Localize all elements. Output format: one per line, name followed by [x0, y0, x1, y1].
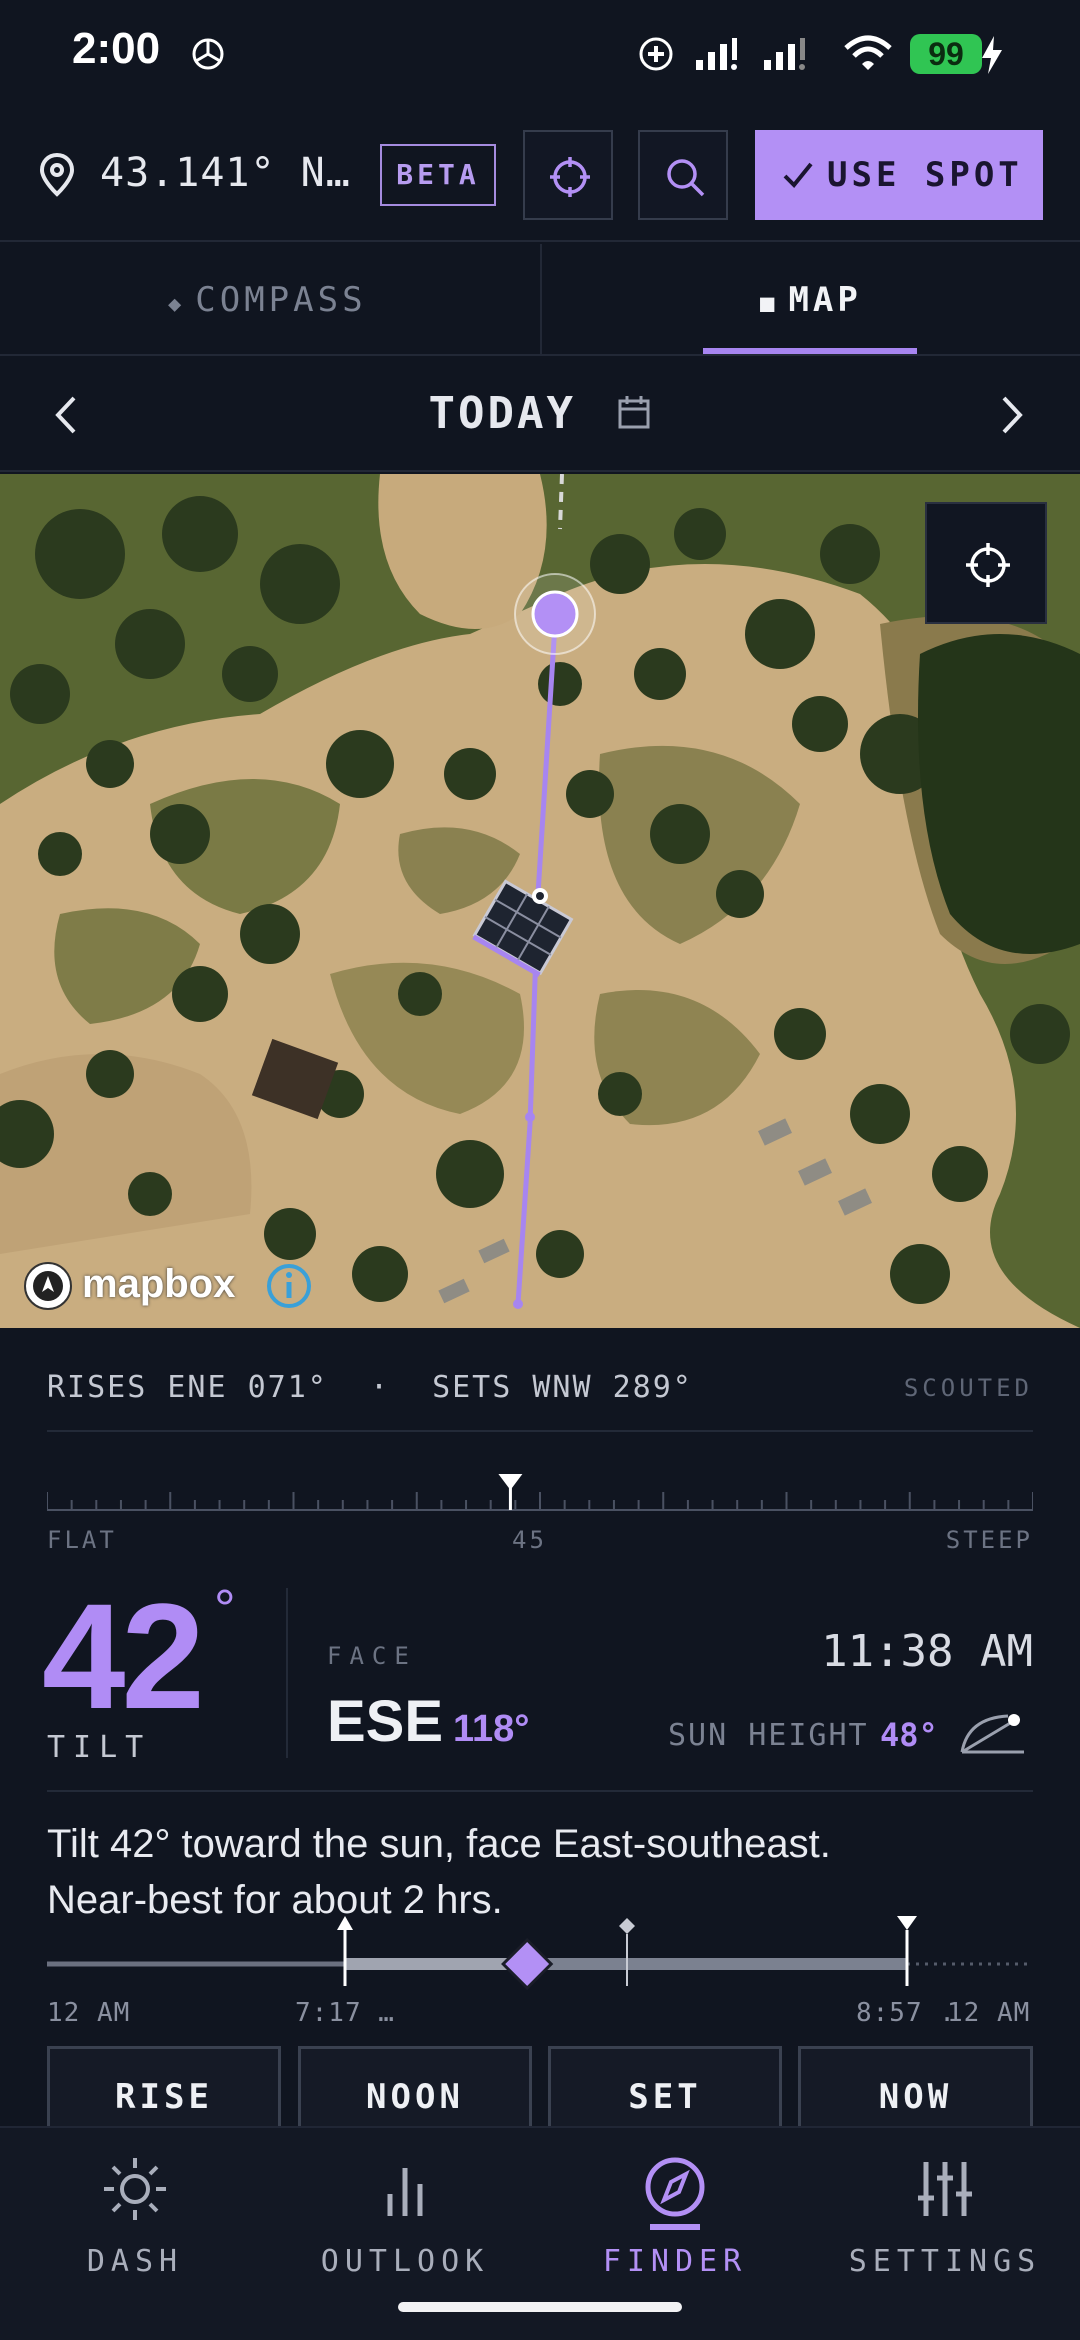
tilt-scale-slider[interactable] — [47, 1460, 1033, 1520]
nav-settings[interactable]: SETTINGS — [810, 2128, 1080, 2340]
search-icon — [667, 159, 705, 197]
timeline-thumb[interactable] — [501, 1937, 554, 1990]
face-label: FACE — [327, 1642, 417, 1670]
battery-indicator: 99 — [910, 34, 982, 74]
square-icon: ■ — [760, 289, 779, 317]
search-button[interactable] — [638, 130, 728, 220]
scale-max-label: STEEP — [945, 1526, 1033, 1554]
vertical-divider — [286, 1588, 288, 1758]
beta-badge: BETA — [380, 144, 496, 206]
crosshair-icon — [966, 543, 1010, 587]
sunrise-direction: RISES ENE 071° — [47, 1370, 328, 1405]
timeline-end-label: 12 AM — [947, 1998, 1031, 2028]
tab-compass-label: COMPASS — [195, 280, 367, 320]
face-direction: ESE — [327, 1689, 444, 1754]
solar-panel-marker[interactable] — [462, 874, 582, 984]
sunset-marker — [897, 1916, 917, 1986]
scale-mid-label: 45 — [512, 1526, 547, 1554]
divider — [47, 1430, 1033, 1432]
sunset-direction: SETS WNW 289° — [432, 1370, 693, 1405]
info-separator: · — [369, 1370, 390, 1405]
locate-button[interactable] — [523, 130, 613, 220]
date-label-text: TODAY — [428, 388, 576, 439]
checkmark-icon — [783, 162, 813, 188]
timeline-start-label: 12 AM — [47, 1998, 131, 2028]
tilt-label: TILT — [47, 1730, 152, 1765]
tab-map-label: MAP — [788, 280, 862, 320]
sun-icon — [104, 2158, 166, 2220]
mapbox-icon — [24, 1262, 72, 1310]
info-icon[interactable] — [265, 1262, 313, 1310]
divider — [47, 1790, 1033, 1792]
day-timeline-slider[interactable] — [47, 1910, 1033, 1990]
openai-app-icon — [192, 38, 224, 70]
status-time: 2:00 — [72, 24, 161, 73]
satellite-map[interactable]: mapbox — [0, 474, 1080, 1328]
scouted-label: SCOUTED — [903, 1374, 1033, 1402]
sunrise-marker — [337, 1916, 353, 1986]
bar-chart-icon — [387, 2168, 423, 2216]
status-bar: 2:00 99 — [0, 0, 1080, 110]
timeline-set-label: 8:57 . — [856, 1998, 956, 2028]
sun-height-label: SUN HEIGHT — [668, 1718, 869, 1753]
solar-noon-marker — [619, 1918, 635, 1986]
nav-dash[interactable]: DASH — [0, 2128, 270, 2340]
date-navigator: TODAY — [0, 358, 1080, 472]
use-spot-label: USE SPOT — [827, 155, 1023, 195]
tab-divider — [540, 244, 542, 356]
crosshair-icon — [550, 157, 590, 197]
location-coordinates[interactable]: 43.141° N… — [100, 150, 351, 196]
sliders-icon — [918, 2162, 972, 2216]
compass-icon — [645, 2157, 705, 2217]
selected-time: 11:38 AM — [821, 1626, 1033, 1677]
scale-min-label: FLAT — [47, 1526, 117, 1554]
timeline-rise-label: 7:17 … — [295, 1998, 395, 2028]
diamond-icon: ◆ — [168, 292, 186, 317]
signal-icon-1 — [696, 38, 737, 70]
finder-panel: RISES ENE 071° · SETS WNW 289° SCOUTED F… — [0, 1330, 1080, 2146]
active-nav-indicator — [650, 2224, 700, 2230]
use-spot-button[interactable]: USE SPOT — [755, 130, 1043, 220]
nav-outlook-label: OUTLOOK — [320, 2244, 490, 2279]
wifi-icon — [844, 35, 892, 70]
orientation-lock-icon — [639, 37, 673, 71]
nav-finder-label: FINDER — [602, 2244, 748, 2279]
face-degrees: 118° — [453, 1708, 530, 1750]
sunrise-sunset-info: RISES ENE 071° · SETS WNW 289° — [47, 1370, 693, 1405]
mapbox-wordmark: mapbox — [82, 1262, 236, 1306]
tilt-scale-ticks — [47, 1492, 1033, 1510]
sun-height-gauge-icon — [960, 1714, 1024, 1754]
map-recenter-button[interactable] — [925, 502, 1047, 624]
tilt-degree-symbol: ° — [214, 1579, 236, 1639]
next-day-button[interactable] — [996, 394, 1028, 436]
advice-line-1: Tilt 42° toward the sun, face East-south… — [47, 1822, 831, 1866]
sun-position-marker — [514, 573, 596, 655]
active-tab-indicator — [703, 348, 917, 354]
tab-compass[interactable]: ◆ COMPASS — [168, 244, 367, 356]
location-pin-icon — [39, 152, 75, 197]
nav-dash-label: DASH — [86, 2244, 184, 2279]
view-tabs: ◆ COMPASS ■ MAP — [0, 244, 1080, 356]
nav-settings-label: SETTINGS — [848, 2244, 1042, 2279]
tab-map[interactable]: ■ MAP — [760, 244, 862, 356]
sun-height-value: 48° — [880, 1716, 938, 1754]
tilt-value: 42 — [42, 1572, 205, 1740]
tilt-scale-thumb[interactable] — [498, 1474, 523, 1510]
signal-icon-2 — [764, 38, 805, 70]
location-toolbar: 43.141° N… BETA USE SPOT — [0, 110, 1080, 242]
charging-bolt-icon — [982, 36, 1002, 74]
home-indicator — [398, 2302, 682, 2312]
date-label[interactable]: TODAY — [0, 388, 1080, 439]
calendar-icon — [618, 396, 650, 429]
